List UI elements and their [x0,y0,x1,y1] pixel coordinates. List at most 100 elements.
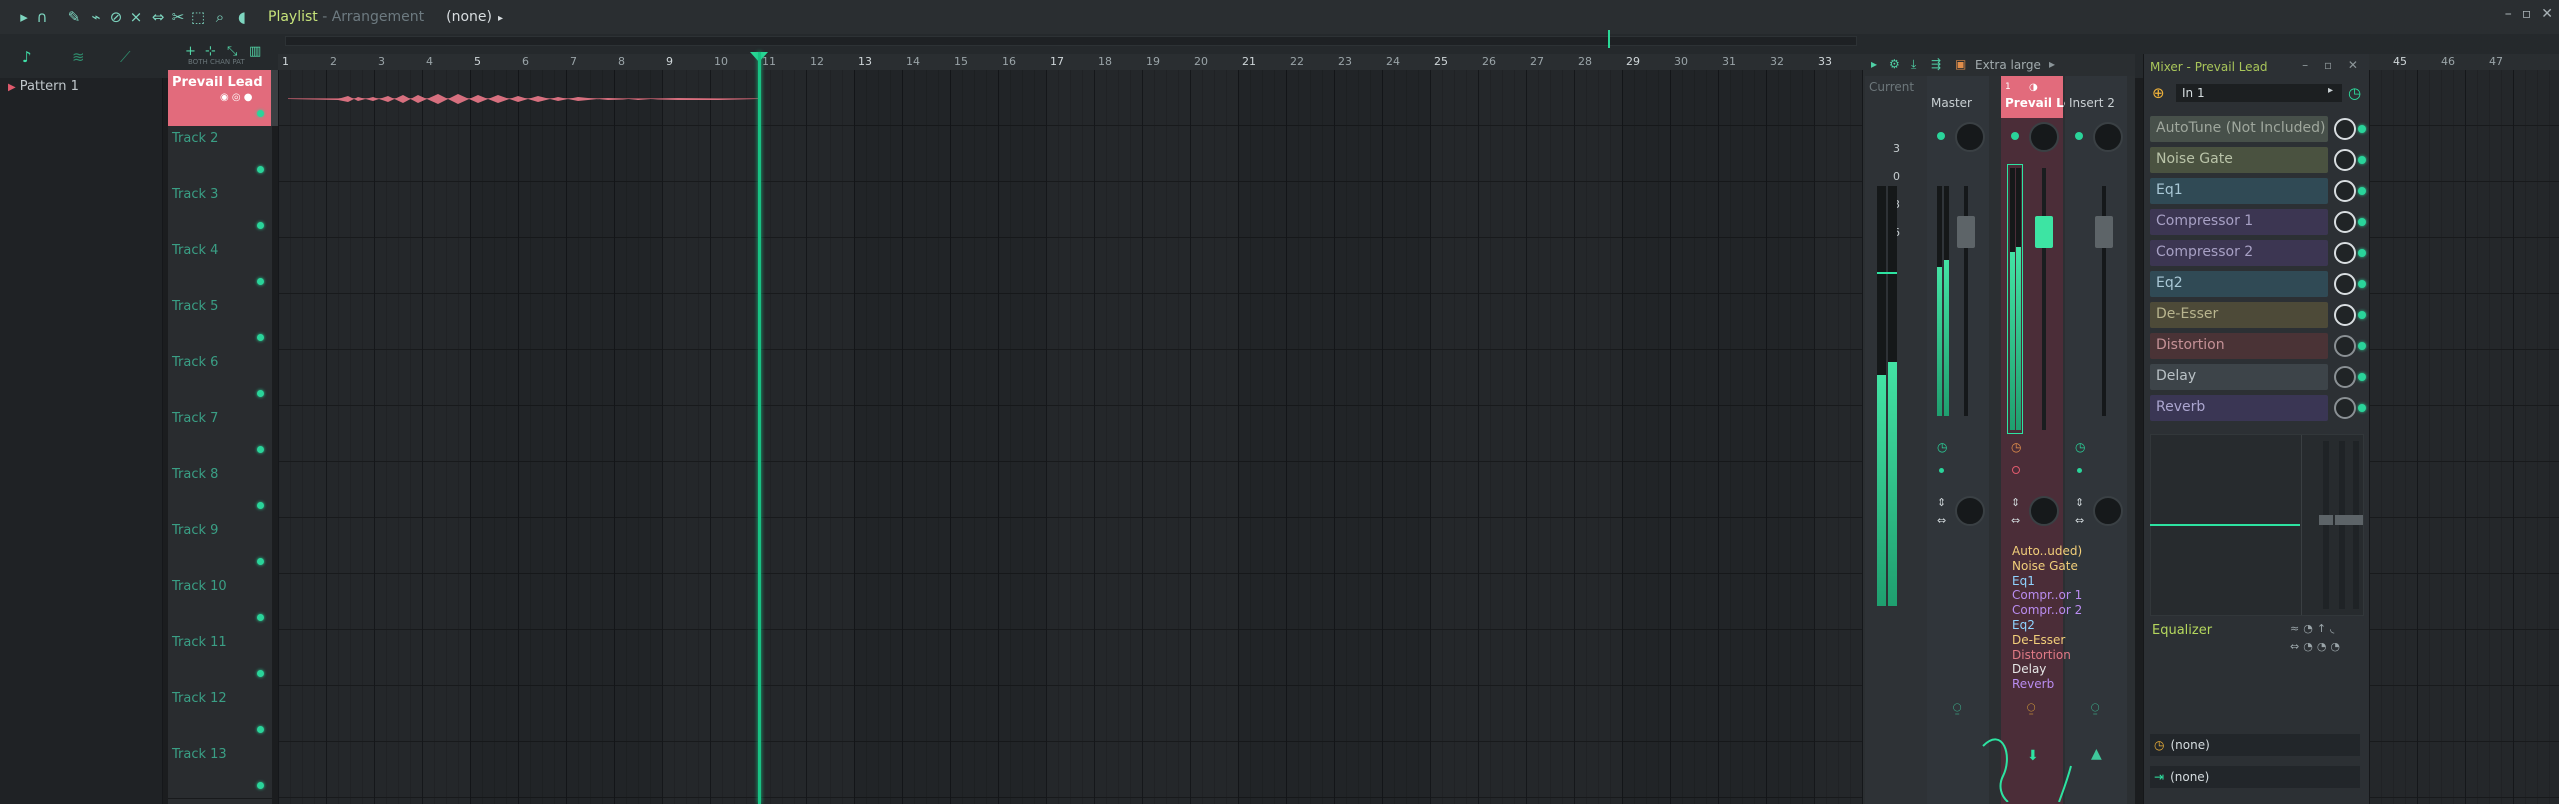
phase-icon[interactable]: ◷ [2075,440,2085,454]
mixer-menu-icon[interactable]: ▸ [1871,57,1877,71]
input-select[interactable]: In 1 [2176,84,2342,102]
slip-icon[interactable]: ⇔ [148,7,168,27]
fx-enable-led[interactable] [2358,404,2366,412]
fx-short-label[interactable]: Auto..uded) [2012,544,2082,559]
route-up-icon[interactable]: ▲ [2091,746,2102,762]
fx-slot[interactable]: Distortion [2150,333,2328,359]
fx-enable-led[interactable] [2358,280,2366,288]
fx-mix-knob[interactable] [2334,180,2356,202]
swap-icon[interactable]: ⇕ [1937,496,1946,509]
pan-knob[interactable] [2093,122,2123,152]
fx-short-label[interactable]: Distortion [2012,648,2082,663]
fx-slot[interactable]: Compressor 2 [2150,240,2328,266]
track-header[interactable]: Track 2 [168,126,272,183]
fx-enable-led[interactable] [2358,342,2366,350]
stereo-icon[interactable]: ⇔ [2011,514,2020,527]
track-led[interactable] [257,614,264,621]
volume-fader[interactable] [2095,216,2113,248]
fx-short-label[interactable]: Reverb [2012,677,2082,692]
playlist-grid-right[interactable]: 45 46 47 [2369,54,2559,804]
track-header-filters[interactable]: BOTH CHAN PAT [168,54,292,70]
delete-icon[interactable]: ⊘ [106,7,126,27]
fx-short-label[interactable]: Compr..or 2 [2012,603,2082,618]
fx-enable-led[interactable] [2358,311,2366,319]
route-led[interactable] [2012,466,2020,474]
input-arrow-icon[interactable]: ▸ [2328,85,2333,96]
fx-mix-knob[interactable] [2334,211,2356,233]
piano-roll-icon[interactable]: ♪ [22,48,32,66]
strip-enable-led[interactable] [1937,132,1945,140]
timeline-ruler-right[interactable]: 45 46 47 [2369,54,2559,70]
phase-icon[interactable]: ◷ [2011,440,2021,454]
fx-short-label[interactable]: Eq2 [2012,618,2082,633]
strip-state-icon[interactable]: ◑ [2029,82,2038,93]
fx-enable-led[interactable] [2358,373,2366,381]
playhead[interactable] [758,52,761,804]
fx-slot[interactable]: Compressor 1 [2150,209,2328,235]
fx-enable-led[interactable] [2358,218,2366,226]
fx-enable-led[interactable] [2358,125,2366,133]
overview-scrollbar[interactable] [285,36,1857,46]
mixer-strip-prevail-lead[interactable]: 1 ◑ Prevail Lead ◷ ⇕ ⇔ ⍜ ⬇ [2001,76,2089,804]
fx-mix-knob[interactable] [2334,118,2356,140]
strip-enable-led[interactable] [2075,132,2083,140]
fx-mix-knob[interactable] [2334,304,2356,326]
track-header-prevail-lead[interactable]: Prevail Lead ◉ ◎ ● [168,70,272,127]
close-icon[interactable]: ✕ [2541,6,2553,26]
stereo-icon[interactable]: ⇔ [1937,514,1946,527]
mute-icon[interactable]: ⨯ [126,7,146,27]
eq-band-handle[interactable] [2319,515,2333,525]
eq-band-handle[interactable] [2335,515,2349,525]
track-header[interactable]: Track 8 [168,462,272,519]
track-led[interactable] [257,558,264,565]
fx-enable-led[interactable] [2358,187,2366,195]
pan-knob[interactable] [2029,122,2059,152]
insert-panel-window-controls[interactable]: – ▫ ✕ [2302,58,2364,72]
mixer-strip-current[interactable]: Current 3 0 3 6 [1865,76,1927,804]
track-header[interactable]: Track 7 [168,406,272,463]
fx-enable-led[interactable] [2358,156,2366,164]
minimize-icon[interactable]: – [2505,6,2512,26]
zoom-icon[interactable]: ⌕ [210,7,230,27]
fx-short-label[interactable]: De-Esser [2012,633,2082,648]
fx-short-label[interactable]: Compr..or 1 [2012,588,2082,603]
fx-slot[interactable]: Noise Gate [2150,147,2328,173]
magnet-icon[interactable]: ∩ [32,7,52,27]
fx-mix-knob[interactable] [2334,242,2356,264]
mixer-tools-icon[interactable]: ⚙ [1889,57,1900,71]
track-led[interactable] [257,726,264,733]
fx-slot[interactable]: Eq2 [2150,271,2328,297]
phase-icon[interactable]: ◷ [1937,440,1947,454]
stereo-knob[interactable] [2029,496,2059,526]
track-header[interactable]: Track 9 [168,518,272,575]
swap-icon[interactable]: ⇕ [2011,496,2020,509]
fx-slot[interactable]: Delay [2150,364,2328,390]
track-header[interactable]: Track 4 [168,238,272,295]
track-led[interactable] [257,278,264,285]
strip-enable-led[interactable] [2011,132,2019,140]
fx-mix-knob[interactable] [2334,273,2356,295]
fx-enable-led[interactable] [2358,249,2366,257]
fx-short-label[interactable]: Delay [2012,662,2082,677]
track-led[interactable] [257,222,264,229]
track-header[interactable]: Track 13 [168,742,272,799]
fx-mix-knob[interactable] [2334,149,2356,171]
eq-band-fader[interactable] [2323,441,2329,609]
track-led[interactable] [257,390,264,397]
track-mute-icon[interactable]: ◉ ◎ ● [220,92,253,103]
output-select[interactable]: ⇥ (none) [2150,766,2360,788]
send-icon[interactable]: ⍜ [1953,700,1961,716]
fx-short-label[interactable]: Eq1 [2012,574,2082,589]
brush-icon[interactable]: ⌁ [86,7,106,27]
track-led[interactable] [257,782,264,789]
track-led[interactable] [257,446,264,453]
track-led[interactable] [257,334,264,341]
menu-arrow-icon[interactable]: ▸ [14,7,34,27]
track-led[interactable] [257,110,264,117]
eq-knob-row[interactable]: ⇔◔◔◔ [2290,640,2344,653]
pencil-icon[interactable]: ✎ [64,7,84,27]
track-led[interactable] [257,502,264,509]
track-header[interactable]: Track 5 [168,294,272,351]
timeline-ruler[interactable]: 1 2 3 4 5 6 7 8 9 10 11 12 13 14 15 16 1… [278,54,1863,70]
mixer-layout-icon[interactable]: ⇶ [1931,57,1941,71]
